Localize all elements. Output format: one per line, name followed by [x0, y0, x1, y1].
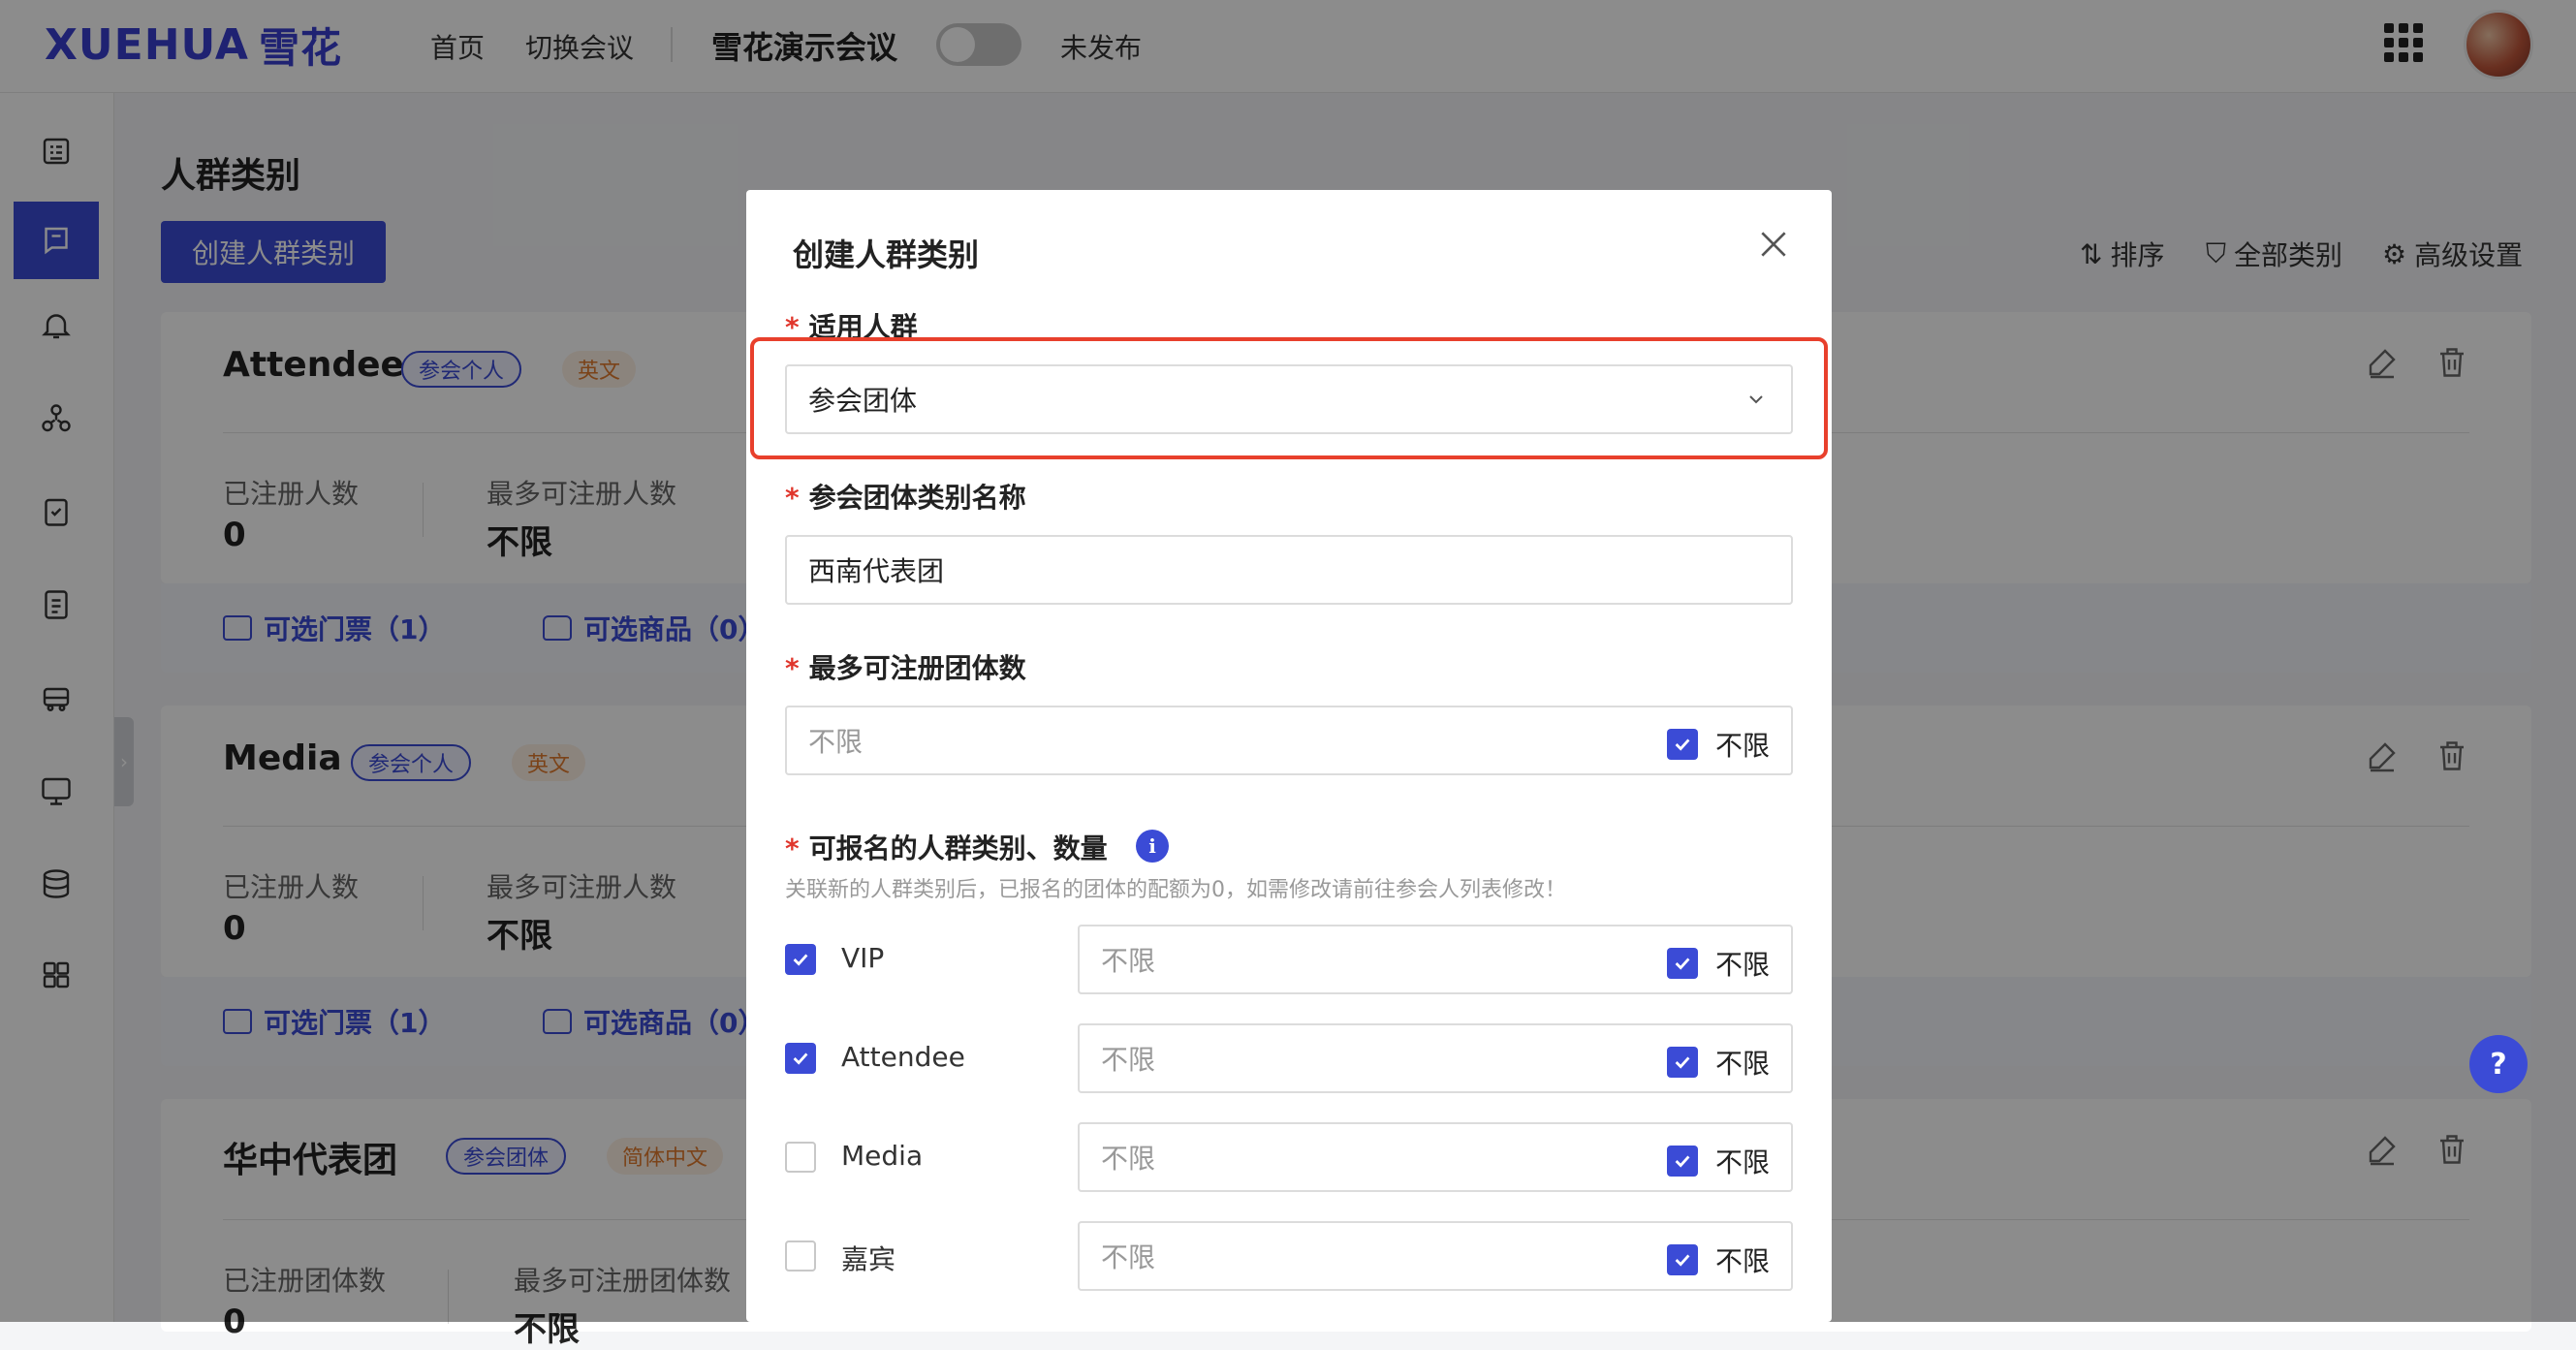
name-label-text: 参会团体类别名称	[808, 482, 1026, 514]
category-quota-input[interactable]: 不限 不限	[1078, 1221, 1793, 1291]
unlimited-checkbox[interactable]: 不限	[1666, 1240, 1770, 1279]
categories-label: * 可报名的人群类别、数量	[785, 832, 1108, 864]
category-name: Attendee	[841, 1041, 965, 1073]
unlimited-label: 不限	[1714, 1245, 1770, 1277]
create-audience-modal: 创建人群类别 * 适用人群 参会团体 * 参会团体类别名称 西南代表团 * 最多可注册…	[746, 190, 1832, 1322]
category-row: 嘉宾 不限 不限	[785, 1221, 1793, 1291]
category-checkbox[interactable]	[785, 1043, 816, 1074]
unlimited-label: 不限	[1714, 1146, 1770, 1178]
category-checkbox[interactable]	[785, 1240, 816, 1272]
checkbox-checked-icon	[1666, 729, 1698, 760]
audience-select-value: 参会团体	[808, 385, 918, 417]
quota-placeholder: 不限	[1101, 1241, 1156, 1273]
unlimited-checkbox[interactable]: 不限	[1666, 1043, 1770, 1082]
quota-placeholder: 不限	[1101, 1044, 1156, 1076]
unlimited-checkbox[interactable]: 不限	[1666, 725, 1770, 764]
categories-label-text: 可报名的人群类别、数量	[808, 832, 1108, 864]
max-groups-input[interactable]: 不限 不限	[785, 706, 1793, 775]
category-quota-input[interactable]: 不限 不限	[1078, 1023, 1793, 1093]
unlimited-label: 不限	[1714, 730, 1770, 762]
category-name: VIP	[841, 942, 885, 974]
checkbox-checked-icon	[1666, 948, 1698, 979]
checkbox-checked-icon	[1666, 1146, 1698, 1177]
max-groups-label: * 最多可注册团体数	[785, 652, 1026, 684]
checkbox-checked-icon	[1666, 1047, 1698, 1078]
modal-title: 创建人群类别	[793, 236, 980, 273]
category-quota-input[interactable]: 不限 不限	[1078, 1122, 1793, 1192]
info-icon[interactable]: i	[1136, 830, 1169, 863]
category-quota-input[interactable]: 不限 不限	[1078, 925, 1793, 994]
category-checkbox[interactable]	[785, 1142, 816, 1173]
unlimited-label: 不限	[1714, 1048, 1770, 1080]
categories-hint: 关联新的人群类别后，已报名的团体的配额为0，如需修改请前往参会人列表修改！	[785, 878, 1566, 902]
group-name-input[interactable]: 西南代表团	[785, 535, 1793, 605]
max-groups-label-text: 最多可注册团体数	[808, 652, 1026, 684]
max-groups-placeholder: 不限	[808, 726, 864, 758]
group-name-value: 西南代表团	[808, 555, 945, 587]
quota-placeholder: 不限	[1101, 1143, 1156, 1175]
category-row: Media 不限 不限	[785, 1122, 1793, 1192]
audience-select[interactable]: 参会团体	[785, 364, 1793, 434]
category-checkbox[interactable]	[785, 944, 816, 975]
category-name: 嘉宾	[841, 1243, 896, 1275]
checkbox-checked-icon	[1666, 1244, 1698, 1275]
category-name: Media	[841, 1140, 924, 1172]
close-icon[interactable]	[1754, 225, 1793, 264]
unlimited-checkbox[interactable]: 不限	[1666, 1142, 1770, 1180]
quota-placeholder: 不限	[1101, 945, 1156, 977]
help-button[interactable]: ?	[2469, 1035, 2528, 1093]
name-label: * 参会团体类别名称	[785, 482, 1026, 514]
category-row: VIP 不限 不限	[785, 925, 1793, 994]
chevron-down-icon	[1749, 395, 1763, 404]
unlimited-label: 不限	[1714, 949, 1770, 981]
unlimited-checkbox[interactable]: 不限	[1666, 944, 1770, 983]
category-row: Attendee 不限 不限	[785, 1023, 1793, 1093]
